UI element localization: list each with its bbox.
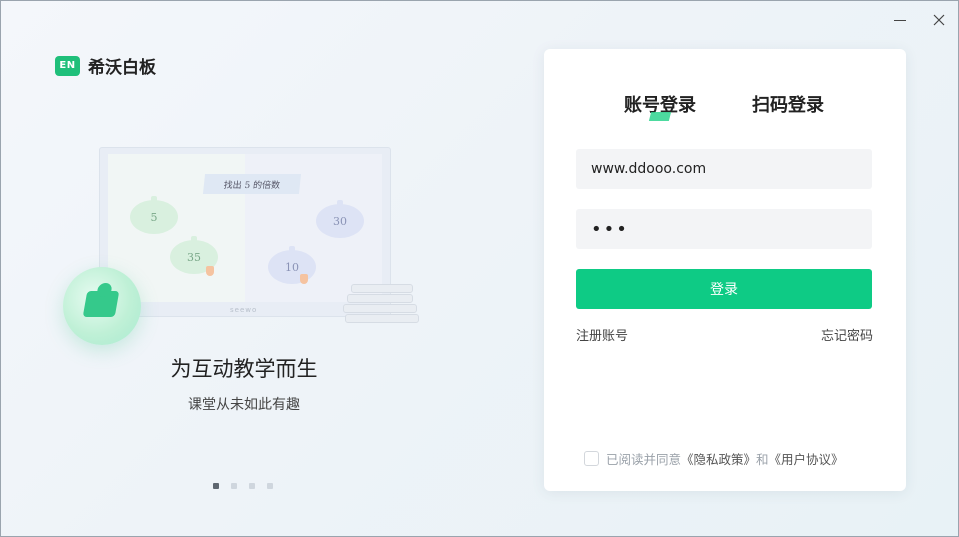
app-logo: EN 希沃白板	[55, 53, 156, 78]
promo-title: 为互动教学而生	[170, 357, 318, 381]
pointer-icon	[300, 274, 308, 284]
password-input[interactable]	[576, 209, 872, 249]
carousel-dot[interactable]	[213, 483, 219, 489]
username-input[interactable]	[576, 149, 872, 189]
apple-number: 10	[268, 246, 316, 284]
logo-badge: EN	[55, 55, 80, 76]
pointer-icon	[206, 266, 214, 276]
app-name: 希沃白板	[88, 58, 156, 78]
agreement-and: 和	[756, 452, 769, 467]
login-button[interactable]: 登录	[576, 269, 872, 309]
register-link[interactable]: 注册账号	[576, 325, 628, 344]
carousel-dot[interactable]	[231, 483, 237, 489]
books-illustration	[343, 284, 421, 324]
agreement-checkbox[interactable]	[584, 451, 599, 466]
board-brand: seewo	[230, 306, 258, 314]
agreement-text: 已阅读并同意	[606, 452, 682, 467]
close-button[interactable]	[928, 9, 950, 31]
promo-subtitle: 课堂从未如此有趣	[188, 397, 300, 413]
minimize-icon	[894, 19, 906, 21]
forgot-password-link[interactable]: 忘记密码	[821, 325, 873, 344]
user-agreement-link[interactable]: 《用户协议》	[769, 449, 844, 468]
apple-number: 5	[130, 196, 178, 234]
carousel-dot[interactable]	[267, 483, 273, 489]
board-icon-glow	[63, 267, 141, 345]
privacy-policy-link[interactable]: 《隐私政策》	[681, 449, 756, 468]
tab-qr-login[interactable]: 扫码登录	[752, 91, 824, 117]
apple-number: 30	[316, 200, 364, 238]
login-card: 账号登录 扫码登录 登录 注册账号 忘记密码 已阅读并同意 《隐私政策》 和 《…	[544, 49, 906, 491]
active-tab-indicator	[648, 112, 672, 121]
whiteboard-icon	[82, 291, 120, 317]
board-title: 找出 5 的倍数	[202, 174, 302, 194]
hero-illustration: 找出 5 的倍数 5 30 35 10 seewo	[61, 141, 431, 351]
carousel-dot[interactable]	[249, 483, 255, 489]
carousel-indicator	[213, 483, 273, 489]
agreement-row: 已阅读并同意 《隐私政策》 和 《用户协议》	[584, 449, 844, 468]
close-icon	[933, 14, 945, 26]
minimize-button[interactable]	[889, 9, 911, 31]
